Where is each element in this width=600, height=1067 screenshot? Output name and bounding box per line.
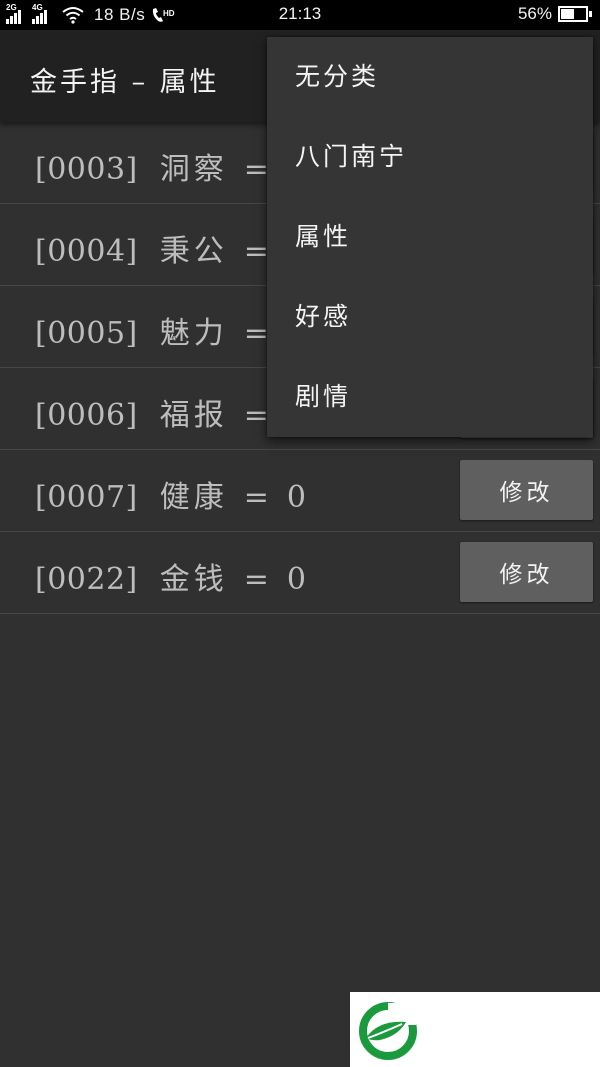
list-item: [0022] 金钱 = 0 修改 <box>0 532 600 614</box>
leaf-g-logo-icon <box>359 1002 417 1060</box>
attribute-name: 洞察 <box>159 152 228 187</box>
attribute-code: [0003] <box>35 152 138 187</box>
status-bar: 2G 4G 18 B/s HD 21:13 56% <box>0 0 600 30</box>
attribute-code: [0004] <box>35 234 138 269</box>
attribute-code: [0007] <box>35 480 138 515</box>
list-item: [0007] 健康 = 0 修改 <box>0 450 600 532</box>
attribute-name: 魅力 <box>159 316 228 351</box>
attribute-text: [0003] 洞察 = <box>35 144 287 188</box>
attribute-name: 健康 <box>159 480 228 515</box>
attribute-code: [0005] <box>35 316 138 351</box>
status-time: 21:13 <box>278 4 322 23</box>
attribute-code: [0006] <box>35 398 138 433</box>
battery-icon <box>558 6 592 22</box>
attribute-text: [0022] 金钱 = 0 <box>35 554 306 598</box>
attribute-text: [0004] 秉公 = <box>35 226 287 270</box>
modify-button[interactable]: 修改 <box>460 542 593 602</box>
menu-item-story[interactable]: 剧情 <box>267 357 593 437</box>
attribute-code: [0022] <box>35 562 138 597</box>
watermark-logo-box <box>350 992 600 1067</box>
attribute-name: 金钱 <box>159 562 228 597</box>
attribute-name: 福报 <box>159 398 228 433</box>
attribute-value: 0 <box>286 480 306 515</box>
modify-button[interactable]: 修改 <box>460 460 593 520</box>
attribute-text: [0007] 健康 = 0 <box>35 472 306 516</box>
equals-sign: = <box>243 398 269 433</box>
menu-item-uncategorized[interactable]: 无分类 <box>267 37 593 117</box>
battery-percent: 56% <box>517 4 552 23</box>
app-screen: 2G 4G 18 B/s HD 21:13 56% 金手指 – 属性 [0003… <box>0 0 600 1067</box>
equals-sign: = <box>243 234 269 269</box>
equals-sign: = <box>243 152 269 187</box>
attribute-text: [0006] 福报 = <box>35 390 287 434</box>
equals-sign: = <box>243 316 269 351</box>
attribute-text: [0005] 魅力 = <box>35 308 287 352</box>
menu-item-bamen-nanning[interactable]: 八门南宁 <box>267 117 593 197</box>
menu-item-affection[interactable]: 好感 <box>267 277 593 357</box>
category-dropdown-menu: 无分类 八门南宁 属性 好感 剧情 <box>267 37 593 437</box>
battery-fill <box>561 9 575 19</box>
page-title: 金手指 – 属性 <box>30 67 220 98</box>
menu-item-attributes[interactable]: 属性 <box>267 197 593 277</box>
equals-sign: = <box>243 562 269 597</box>
equals-sign: = <box>243 480 269 515</box>
attribute-value: 0 <box>286 562 306 597</box>
status-right: 56% <box>517 4 592 24</box>
attribute-name: 秉公 <box>159 234 228 269</box>
